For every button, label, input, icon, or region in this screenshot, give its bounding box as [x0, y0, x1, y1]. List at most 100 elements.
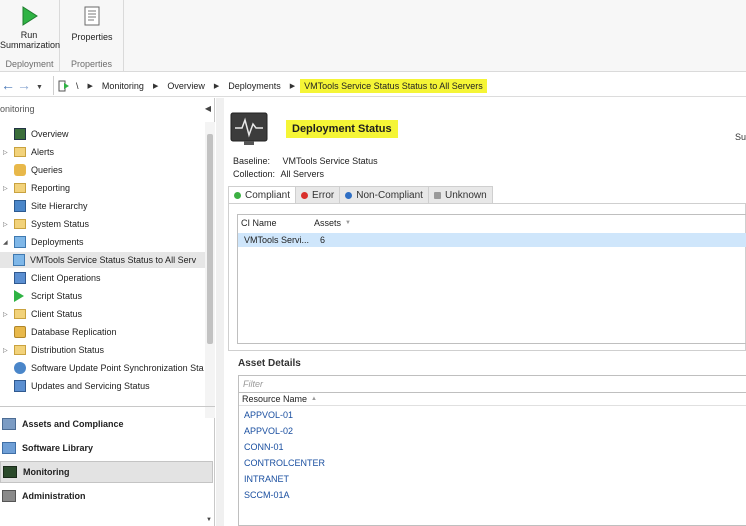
folder-icon: [14, 345, 26, 355]
nav-scrollbar[interactable]: [205, 122, 215, 418]
navigation-pane: onitoring ◀ Overview ▷ Alerts Queries ▷ …: [0, 98, 215, 526]
forward-arrow-icon[interactable]: →: [17, 77, 31, 93]
properties-label: Properties: [71, 32, 113, 42]
ribbon: Run Summarization Deployment Properties …: [0, 0, 746, 72]
properties-icon: [84, 6, 100, 26]
breadcrumb: \ ▶ Monitoring ▶ Overview ▶ Deployments …: [53, 76, 746, 95]
tab-compliant[interactable]: Compliant: [228, 186, 297, 204]
ci-grid-header: CI Name Assets ▼: [238, 215, 746, 231]
tab-error[interactable]: Error: [296, 186, 341, 204]
breadcrumb-monitoring[interactable]: Monitoring: [102, 81, 144, 91]
nav-header: onitoring: [0, 104, 35, 114]
folder-icon: [14, 219, 26, 229]
chevron-right-icon: ▶: [152, 82, 159, 90]
expand-icon[interactable]: ▷: [3, 311, 11, 318]
blue-dot-icon: [345, 191, 353, 199]
filter-input[interactable]: Filter: [238, 375, 746, 393]
play-icon: [14, 290, 24, 302]
resource-item[interactable]: APPVOL-02: [244, 426, 293, 436]
folder-icon: [14, 309, 26, 319]
resource-item[interactable]: CONTROLCENTER: [244, 458, 325, 468]
ci-grid: CI Name Assets ▼ VMTools Servi... 6: [237, 214, 746, 344]
workspace-switcher: Assets and Compliance Software Library M…: [0, 406, 215, 526]
collection-row: Collection: All Servers: [233, 169, 324, 179]
summarization-label: Summarization: [0, 40, 61, 50]
page-title: Deployment Status: [286, 120, 398, 138]
breadcrumb-root[interactable]: \: [76, 81, 79, 91]
column-resource-name[interactable]: Resource Name: [242, 394, 307, 404]
red-dot-icon: [301, 191, 309, 199]
deployment-item-icon: [13, 254, 25, 266]
address-bar: ← → ▼ \ ▶ Monitoring ▶ Overview ▶ Deploy…: [0, 74, 746, 97]
baseline-value: VMTools Service Status: [282, 156, 378, 166]
green-dot-icon: [234, 191, 241, 199]
tree-item-label: Distribution Status: [31, 345, 105, 355]
breadcrumb-overview[interactable]: Overview: [167, 81, 205, 91]
expand-icon[interactable]: ▷: [3, 185, 11, 192]
collapse-pane-icon[interactable]: ◀: [205, 104, 211, 113]
tree-item-label: VMTools Service Status Status to All Ser…: [30, 255, 197, 265]
queries-icon: [14, 164, 26, 176]
resource-item[interactable]: APPVOL-01: [244, 410, 293, 420]
breadcrumb-current[interactable]: VMTools Service Status Status to All Ser…: [300, 78, 487, 93]
tree-item-overview[interactable]: Overview: [0, 126, 205, 142]
back-arrow-icon[interactable]: ←: [1, 77, 15, 93]
tree-item-script-status[interactable]: Script Status: [0, 288, 205, 304]
tree-item-sup-sync[interactable]: Software Update Point Synchronization St…: [0, 360, 205, 376]
resource-item[interactable]: CONN-01: [244, 442, 284, 452]
history-dropdown-icon[interactable]: ▼: [36, 80, 43, 96]
tree-item-vmtools-deployment[interactable]: VMTools Service Status Status to All Ser…: [0, 252, 205, 268]
properties-button[interactable]: Properties: [63, 6, 121, 42]
tree-item-alerts[interactable]: ▷ Alerts: [0, 144, 205, 160]
tree-item-client-operations[interactable]: Client Operations: [0, 270, 205, 286]
column-assets[interactable]: Assets: [314, 218, 341, 228]
asset-details-heading: Asset Details: [238, 358, 301, 369]
tree-item-client-status[interactable]: ▷ Client Status: [0, 306, 205, 322]
tree-item-label: Client Status: [31, 309, 83, 319]
tree-item-distribution-status[interactable]: ▷ Distribution Status: [0, 342, 205, 358]
tree-item-reporting[interactable]: ▷ Reporting: [0, 180, 205, 196]
tree-item-database-replication[interactable]: Database Replication: [0, 324, 205, 340]
overview-icon: [14, 128, 26, 140]
breadcrumb-deployments[interactable]: Deployments: [228, 81, 281, 91]
tab-unknown[interactable]: Unknown: [428, 186, 493, 204]
collapse-icon[interactable]: ◢: [3, 239, 11, 246]
run-label: Run: [20, 30, 38, 40]
deployment-group-label: Deployment: [5, 59, 54, 69]
tab-non-compliant[interactable]: Non-Compliant: [340, 186, 429, 204]
tree-item-queries[interactable]: Queries: [0, 162, 205, 178]
tree-item-updates-servicing[interactable]: Updates and Servicing Status: [0, 378, 205, 394]
resource-item[interactable]: SCCM-01A: [244, 490, 290, 500]
deployments-icon: [14, 236, 26, 248]
properties-ribbon-group: Properties Properties: [60, 0, 124, 72]
chevron-down-icon[interactable]: ▼: [206, 517, 212, 523]
scrollbar-thumb[interactable]: [207, 134, 213, 344]
tree-item-label: Overview: [31, 129, 69, 139]
tree-item-deployments[interactable]: ◢ Deployments: [0, 234, 205, 250]
monitor-pulse-icon: [230, 112, 268, 145]
hierarchy-icon: [14, 200, 26, 212]
workspace-label: Administration: [22, 491, 86, 501]
resource-item[interactable]: INTRANET: [244, 474, 289, 484]
workspace-software-library[interactable]: Software Library: [0, 437, 213, 459]
run-summarization-button[interactable]: Run Summarization: [0, 6, 61, 50]
workspace-assets-compliance[interactable]: Assets and Compliance: [0, 413, 213, 435]
tree-item-site-hierarchy[interactable]: Site Hierarchy: [0, 198, 205, 214]
properties-group-label: Properties: [70, 59, 113, 69]
column-ci-name[interactable]: CI Name: [238, 218, 314, 228]
chevron-right-icon: ▶: [289, 82, 296, 90]
summary-link-cut[interactable]: Su: [735, 132, 746, 142]
unknown-icon: [433, 191, 441, 199]
expand-icon[interactable]: ▷: [3, 347, 11, 354]
tab-label: Non-Compliant: [356, 189, 423, 201]
table-row[interactable]: VMTools Servi... 6: [238, 233, 746, 247]
tree-item-system-status[interactable]: ▷ System Status: [0, 216, 205, 232]
tab-label: Error: [312, 189, 335, 201]
chevron-right-icon: ▶: [87, 82, 93, 90]
tab-label: Unknown: [444, 189, 487, 201]
workspace-administration[interactable]: Administration: [0, 485, 213, 507]
workspace-monitoring[interactable]: Monitoring: [0, 461, 213, 483]
tree-item-label: Script Status: [31, 291, 83, 301]
expand-icon[interactable]: ▷: [3, 149, 11, 156]
expand-icon[interactable]: ▷: [3, 221, 11, 228]
